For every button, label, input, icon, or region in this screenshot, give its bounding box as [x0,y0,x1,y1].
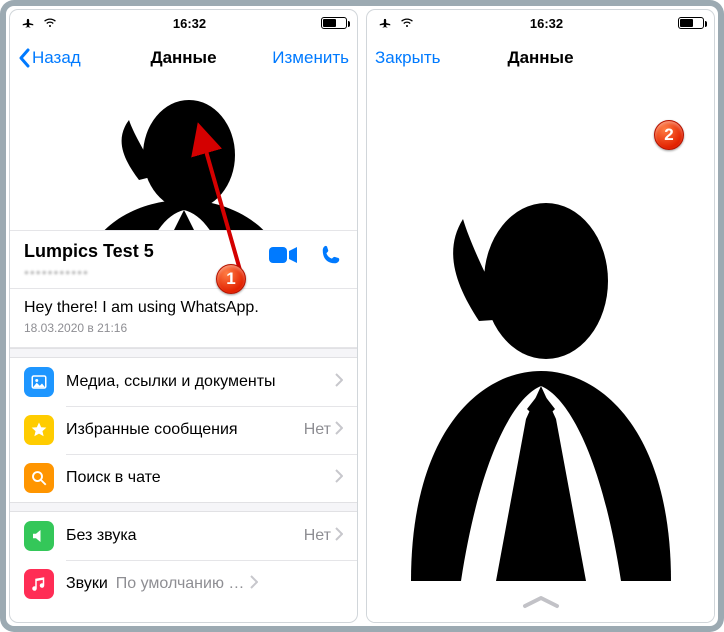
options-list-2: Без звука Нет Звуки По умолчанию (Нот… [10,512,357,608]
row-label: Звуки [66,575,108,593]
back-button[interactable]: Назад [18,48,110,68]
status-bar: 16:32 [367,10,714,36]
row-label: Без звука [66,527,304,545]
about-date: 18.03.2020 в 21:16 [24,321,343,335]
options-list-1: Медиа, ссылки и документы Избранные сооб… [10,358,357,502]
contact-photo[interactable] [10,80,357,230]
section-separator [10,348,357,358]
wifi-icon [42,17,58,29]
battery-icon [321,17,347,29]
speaker-icon [24,521,54,551]
about-text: Hey there! I am using WhatsApp. [24,299,343,317]
annotation-badge-1: 1 [216,264,246,294]
row-media-links-docs[interactable]: Медиа, ссылки и документы [10,358,357,406]
swipe-up-indicator[interactable] [367,594,714,610]
chevron-right-icon [335,373,343,392]
full-photo-viewer[interactable] [367,80,714,622]
annotation-badge-2: 2 [654,120,684,150]
chevron-right-icon [335,469,343,488]
row-label: Поиск в чате [66,469,335,487]
chevron-right-icon [335,527,343,546]
star-icon [24,415,54,445]
music-note-icon [24,569,54,599]
status-time: 16:32 [173,16,206,31]
contact-header: Lumpics Test 5 ••••••••••• [10,230,357,289]
row-sounds[interactable]: Звуки По умолчанию (Нот… [10,560,357,608]
contact-about: Hey there! I am using WhatsApp. 18.03.20… [10,289,357,348]
edit-button[interactable]: Изменить [257,48,349,68]
status-time: 16:32 [530,16,563,31]
row-value: Нет [304,527,331,545]
back-label: Назад [32,48,81,68]
row-value: Нет [304,421,331,439]
chevron-left-icon [18,48,30,68]
silhouette-image [10,80,357,230]
row-value: По умолчанию (Нот… [116,575,246,593]
close-label: Закрыть [375,48,440,68]
screenshot-right: 16:32 Закрыть Данные [367,10,714,622]
silhouette-image-large [367,130,714,592]
airplane-mode-icon [377,16,393,30]
nav-bar: Назад Данные Изменить [10,36,357,80]
row-search-in-chat[interactable]: Поиск в чате [10,454,357,502]
row-label: Медиа, ссылки и документы [66,373,335,391]
section-separator [10,502,357,512]
search-icon [24,463,54,493]
airplane-mode-icon [20,16,36,30]
photos-icon [24,367,54,397]
status-bar: 16:32 [10,10,357,36]
nav-bar: Закрыть Данные [367,36,714,80]
chevron-right-icon [335,421,343,440]
nav-title: Данные [507,48,573,68]
edit-label: Изменить [272,48,349,68]
wifi-icon [399,17,415,29]
nav-title: Данные [150,48,216,68]
voice-call-button[interactable] [317,241,345,269]
row-label: Избранные сообщения [66,421,304,439]
row-starred-messages[interactable]: Избранные сообщения Нет [10,406,357,454]
chevron-right-icon [250,575,258,594]
close-button[interactable]: Закрыть [375,48,467,68]
screenshot-left: 16:32 Назад Данные Изменить [10,10,357,622]
video-call-button[interactable] [269,241,297,269]
battery-icon [678,17,704,29]
row-mute[interactable]: Без звука Нет [10,512,357,560]
